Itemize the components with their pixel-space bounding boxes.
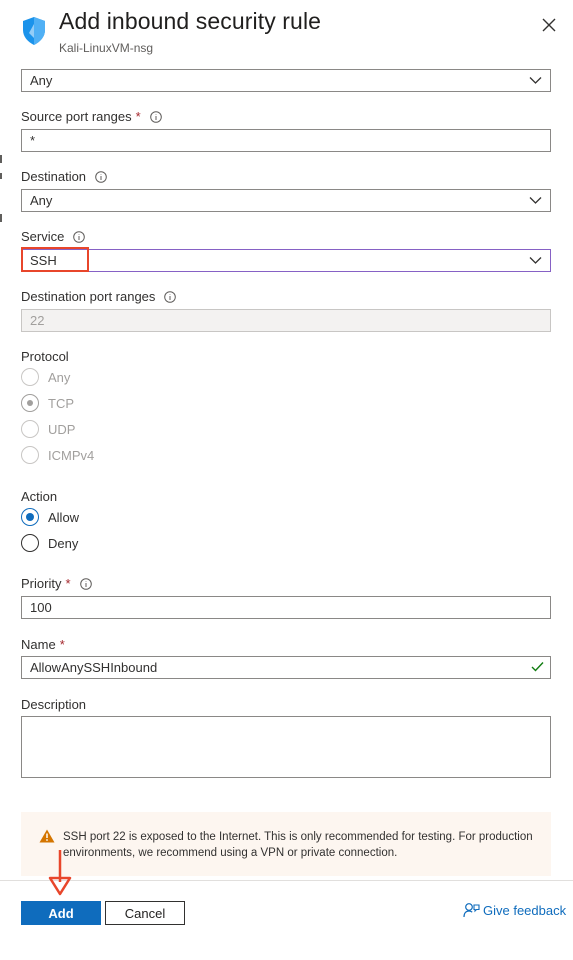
- action-option-deny[interactable]: Deny: [21, 534, 78, 552]
- protocol-label: Protocol: [21, 349, 69, 364]
- panel-title: Add inbound security rule: [59, 8, 322, 34]
- service-label: Service: [21, 229, 86, 244]
- protocol-option-icmpv4: ICMPv4: [21, 446, 94, 464]
- shield-icon: [23, 17, 45, 45]
- name-input[interactable]: [21, 656, 551, 679]
- left-edge-fragments: [0, 0, 4, 960]
- source-select[interactable]: Any: [21, 69, 551, 92]
- destination-label: Destination: [21, 169, 107, 184]
- service-select[interactable]: SSH: [21, 249, 551, 272]
- name-label: Name *: [21, 637, 65, 652]
- feedback-icon: [463, 903, 480, 918]
- protocol-option-tcp: TCP: [21, 394, 74, 412]
- cancel-button[interactable]: Cancel: [105, 901, 185, 925]
- panel-header: Add inbound security rule Kali-LinuxVM-n…: [0, 0, 573, 62]
- description-textarea[interactable]: [21, 716, 551, 778]
- destination-select[interactable]: Any: [21, 189, 551, 212]
- required-marker: *: [65, 576, 71, 591]
- info-icon[interactable]: [164, 290, 177, 303]
- warning-text: SSH port 22 is exposed to the Internet. …: [63, 831, 533, 859]
- chevron-down-icon: [529, 257, 542, 264]
- info-icon[interactable]: [149, 110, 162, 123]
- protocol-option-any: Any: [21, 368, 70, 386]
- source-port-ranges-input[interactable]: [21, 129, 551, 152]
- radio-button[interactable]: [21, 508, 39, 526]
- annotation-highlight-box: [21, 247, 89, 272]
- destination-port-ranges-label: Destination port ranges: [21, 289, 177, 304]
- priority-input[interactable]: [21, 596, 551, 619]
- radio-button: [21, 394, 39, 412]
- add-button[interactable]: Add: [21, 901, 101, 925]
- action-label: Action: [21, 489, 58, 504]
- source-select-value: Any: [30, 73, 53, 88]
- description-label: Description: [21, 697, 87, 712]
- required-marker: *: [59, 637, 65, 652]
- info-icon[interactable]: [73, 230, 86, 243]
- name-field-wrap: [21, 656, 551, 679]
- radio-button: [21, 420, 39, 438]
- destination-select-value: Any: [30, 193, 53, 208]
- priority-label: Priority *: [21, 576, 92, 591]
- protocol-option-udp: UDP: [21, 420, 75, 438]
- chevron-down-icon: [529, 197, 542, 204]
- radio-button[interactable]: [21, 534, 39, 552]
- panel-subtitle: Kali-LinuxVM-nsg: [59, 41, 154, 55]
- required-marker: *: [135, 109, 141, 124]
- radio-button: [21, 446, 39, 464]
- radio-button: [21, 368, 39, 386]
- checkmark-icon: [531, 662, 544, 672]
- info-icon[interactable]: [95, 170, 107, 183]
- action-option-allow[interactable]: Allow: [21, 508, 79, 526]
- give-feedback-link[interactable]: Give feedback: [463, 902, 566, 918]
- source-port-ranges-label: Source port ranges *: [21, 109, 162, 124]
- chevron-down-icon: [529, 77, 542, 84]
- destination-port-ranges-input: [21, 309, 551, 332]
- warning-icon: [39, 829, 55, 843]
- warning-banner: SSH port 22 is exposed to the Internet. …: [21, 812, 551, 876]
- annotation-arrow-icon: [48, 850, 72, 896]
- info-icon[interactable]: [79, 577, 92, 590]
- close-icon[interactable]: [538, 14, 560, 36]
